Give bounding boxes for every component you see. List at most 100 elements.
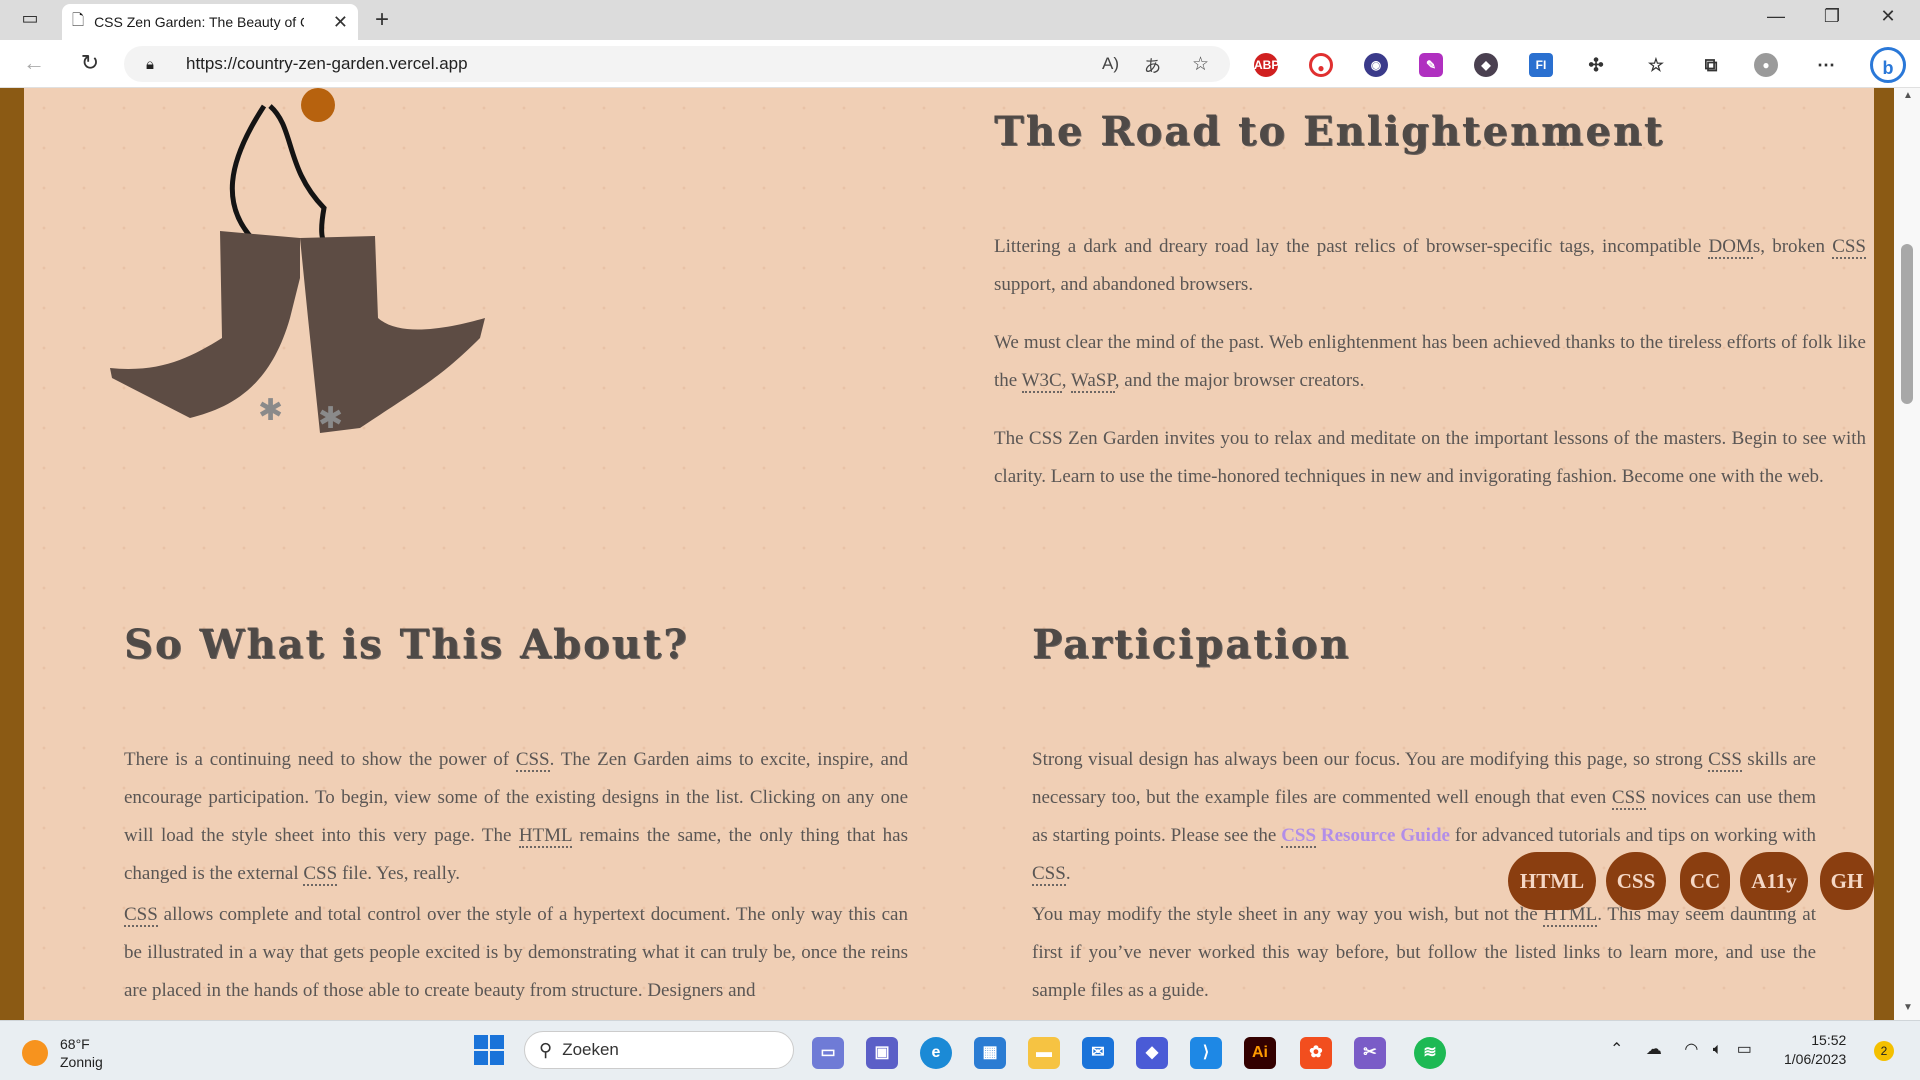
about-heading: So What is This About?	[124, 621, 689, 668]
extension-dark-icon[interactable]: ◆	[1474, 53, 1498, 77]
spotify-icon[interactable]: ≋	[1414, 1037, 1446, 1069]
sun-icon	[22, 1040, 48, 1066]
task-view-icon[interactable]: ▭	[812, 1037, 844, 1069]
extension-fi-icon[interactable]: FI	[1529, 53, 1553, 77]
tab-actions-icon[interactable]: ▭	[18, 8, 42, 29]
browser-navbar: ← ↻ 🔒︎ https://country-zen-garden.vercel…	[0, 40, 1920, 88]
about-paragraph-1: There is a continuing need to show the p…	[124, 749, 908, 886]
abbr-css[interactable]: CSS	[1611, 787, 1646, 810]
illustrator-icon[interactable]: Ai	[1244, 1037, 1276, 1069]
favorite-add-icon[interactable]: ☆	[1192, 53, 1209, 76]
page-border-left	[0, 88, 24, 1020]
abbr-w3c[interactable]: W3C	[1021, 370, 1062, 393]
clock-date: 1/06/2023	[1784, 1051, 1847, 1067]
abbr-dom[interactable]: DOM	[1708, 236, 1753, 259]
abbr-css[interactable]: CSS	[124, 904, 158, 927]
back-icon[interactable]: ←	[20, 50, 48, 76]
address-bar[interactable]: 🔒︎ https://country-zen-garden.vercel.app…	[124, 46, 1230, 82]
close-window-icon[interactable]: ✕	[1874, 6, 1902, 27]
lock-icon: 🔒︎	[146, 55, 154, 73]
boot-rope	[229, 104, 267, 250]
vscode-icon[interactable]: ⟩	[1190, 1037, 1222, 1069]
refresh-icon[interactable]: ↻	[76, 50, 104, 76]
html-badge-button[interactable]: HTML	[1508, 852, 1596, 910]
left-boot	[110, 231, 300, 418]
more-options-icon[interactable]: ⋯	[1814, 53, 1838, 77]
battery-icon[interactable]: ▭	[1737, 1041, 1752, 1058]
css-resource-guide-link[interactable]: CSS Resource Guide	[1281, 825, 1450, 848]
onedrive-icon[interactable]: ☁	[1646, 1041, 1662, 1058]
abbr-css[interactable]: CSS	[515, 749, 550, 772]
clock-time: 15:52	[1811, 1032, 1847, 1048]
start-button[interactable]	[474, 1035, 504, 1065]
weather-temperature: 68°F	[60, 1036, 90, 1052]
vertical-scrollbar[interactable]: ▲ ▼	[1894, 88, 1920, 1020]
search-icon: ⚲	[539, 1039, 553, 1060]
abbr-html[interactable]: HTML	[518, 825, 572, 848]
mail-icon[interactable]: ✉	[1082, 1037, 1114, 1069]
url-text: https://country-zen-garden.vercel.app	[186, 54, 468, 73]
notification-badge[interactable]: 2	[1874, 1041, 1894, 1061]
abbr-wasp[interactable]: WaSP	[1070, 370, 1115, 393]
new-tab-icon[interactable]: +	[368, 6, 396, 34]
a11y-badge-button[interactable]: A11y	[1740, 852, 1808, 910]
close-tab-icon[interactable]: ✕	[333, 12, 348, 33]
browser-titlebar: ▭ 🗋 CSS Zen Garden: The Beauty of C ✕ + …	[0, 0, 1920, 40]
search-placeholder: Zoeken	[562, 1040, 619, 1059]
extensions-icon[interactable]: ✣	[1584, 53, 1608, 77]
system-tray: ⌃ ☁ ◠ 🔈︎ ▭	[1610, 1039, 1752, 1059]
volume-icon[interactable]: 🔈︎	[1713, 1041, 1723, 1058]
abbr-css[interactable]: CSS	[303, 863, 338, 886]
wifi-icon[interactable]: ◠	[1684, 1041, 1698, 1058]
boot-rope	[268, 104, 334, 254]
show-hidden-icons[interactable]: ⌃	[1610, 1041, 1623, 1058]
browser-tab[interactable]: 🗋 CSS Zen Garden: The Beauty of C ✕	[62, 4, 358, 40]
abbr-css[interactable]: CSS	[1832, 236, 1866, 259]
page-icon: 🗋	[72, 11, 85, 29]
file-explorer-icon[interactable]: ▬	[1028, 1037, 1060, 1069]
edge-icon[interactable]: e	[920, 1037, 952, 1069]
taskbar: 68°F Zonnig ⚲ Zoeken ⌃ ☁ ◠ 🔈︎ ▭ 15:52 1/…	[0, 1020, 1920, 1080]
scrollbar-thumb[interactable]	[1901, 244, 1913, 404]
scroll-down-icon[interactable]: ▼	[1903, 1002, 1913, 1013]
color-picker-icon[interactable]: ◉	[1364, 53, 1388, 77]
abbr-css[interactable]: CSS	[1708, 749, 1742, 772]
weather-description: Zonnig	[60, 1054, 103, 1070]
cowboy-boots-illustration: ✱ ✱	[110, 88, 485, 435]
clock[interactable]: 15:52 1/06/2023	[1784, 1031, 1846, 1069]
minimize-icon[interactable]: —	[1762, 6, 1790, 27]
css-badge-button[interactable]: CSS	[1606, 852, 1666, 910]
taskbar-search[interactable]: ⚲ Zoeken	[524, 1031, 794, 1069]
page-border-right	[1874, 88, 1894, 1020]
snipping-tool-icon[interactable]: ✂	[1354, 1037, 1386, 1069]
record-icon[interactable]: ●	[1309, 53, 1333, 77]
abbr-css[interactable]: CSS	[1032, 863, 1066, 886]
participation-heading: Participation	[1032, 621, 1351, 668]
figma-icon[interactable]: ✿	[1300, 1037, 1332, 1069]
adblock-icon[interactable]: ABP	[1254, 53, 1279, 77]
favorites-icon[interactable]: ☆	[1644, 53, 1668, 77]
store-icon[interactable]: ▦	[974, 1037, 1006, 1069]
copilot-icon[interactable]: ◆	[1136, 1037, 1168, 1069]
enlightenment-paragraph-1: Littering a dark and dreary road lay the…	[994, 236, 1866, 295]
left-spur: ✱	[258, 394, 283, 427]
weather-widget[interactable]: 68°F Zonnig	[22, 1035, 103, 1071]
enlightenment-heading: The Road to Enlightenment	[994, 108, 1665, 155]
bing-icon[interactable]: b	[1870, 47, 1906, 83]
extension-purple-icon[interactable]: ✎	[1419, 53, 1443, 77]
scroll-up-icon[interactable]: ▲	[1903, 90, 1913, 101]
read-aloud-icon[interactable]: A)	[1102, 54, 1119, 74]
teams-icon[interactable]: ▣	[866, 1037, 898, 1069]
abbr-css[interactable]: CSS	[1281, 825, 1317, 848]
cc-badge-button[interactable]: CC	[1680, 852, 1730, 910]
participation-paragraph-2: You may modify the style sheet in any wa…	[1032, 904, 1816, 1001]
translate-icon[interactable]: あ	[1144, 52, 1161, 77]
collections-icon[interactable]: ⧉	[1699, 53, 1723, 77]
enlightenment-paragraph-3: The CSS Zen Garden invites you to relax …	[994, 428, 1866, 487]
gh-badge-button[interactable]: GH	[1820, 852, 1874, 910]
tab-title: CSS Zen Garden: The Beauty of C	[94, 14, 305, 30]
hanger-knob	[301, 88, 335, 122]
right-spur: ✱	[318, 402, 343, 435]
restore-icon[interactable]: ❐	[1818, 6, 1846, 27]
profile-avatar[interactable]: ●	[1754, 53, 1778, 77]
